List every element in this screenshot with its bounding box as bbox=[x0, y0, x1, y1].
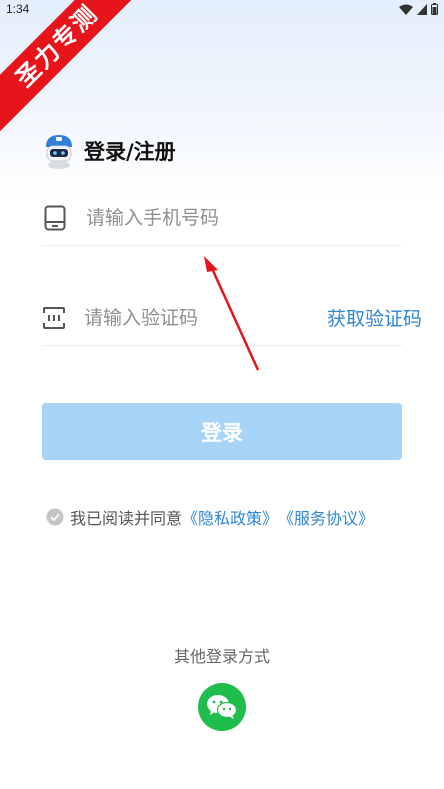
phone-icon bbox=[42, 205, 68, 231]
code-field: 获取验证码 bbox=[42, 290, 422, 346]
get-code-button[interactable]: 获取验证码 bbox=[327, 304, 422, 331]
agreement-text: 我已阅读并同意 bbox=[70, 509, 183, 528]
wifi-icon bbox=[399, 4, 413, 15]
phone-field bbox=[42, 190, 402, 246]
agreement-row: 我已阅读并同意 《隐私政策》 《服务协议》 bbox=[46, 505, 374, 529]
code-input[interactable] bbox=[84, 306, 327, 329]
phone-input[interactable] bbox=[86, 206, 402, 229]
logo-row: 登录/注册 bbox=[42, 132, 176, 170]
service-agreement-link[interactable]: 《服务协议》 bbox=[278, 505, 374, 529]
wechat-icon bbox=[207, 695, 238, 719]
check-circle-icon[interactable] bbox=[46, 508, 64, 526]
signal-icon bbox=[417, 3, 427, 15]
battery-icon bbox=[431, 3, 438, 15]
privacy-policy-link[interactable]: 《隐私政策》 bbox=[182, 505, 278, 529]
status-time: 1:34 bbox=[6, 2, 30, 16]
page-title: 登录/注册 bbox=[84, 140, 176, 164]
other-login-label: 其他登录方式 bbox=[173, 647, 270, 666]
status-icons bbox=[399, 3, 438, 15]
wechat-login-button[interactable] bbox=[198, 683, 246, 731]
verification-code-icon bbox=[42, 305, 66, 331]
robot-mascot-icon bbox=[46, 135, 72, 169]
login-button[interactable]: 登录 bbox=[42, 403, 402, 460]
